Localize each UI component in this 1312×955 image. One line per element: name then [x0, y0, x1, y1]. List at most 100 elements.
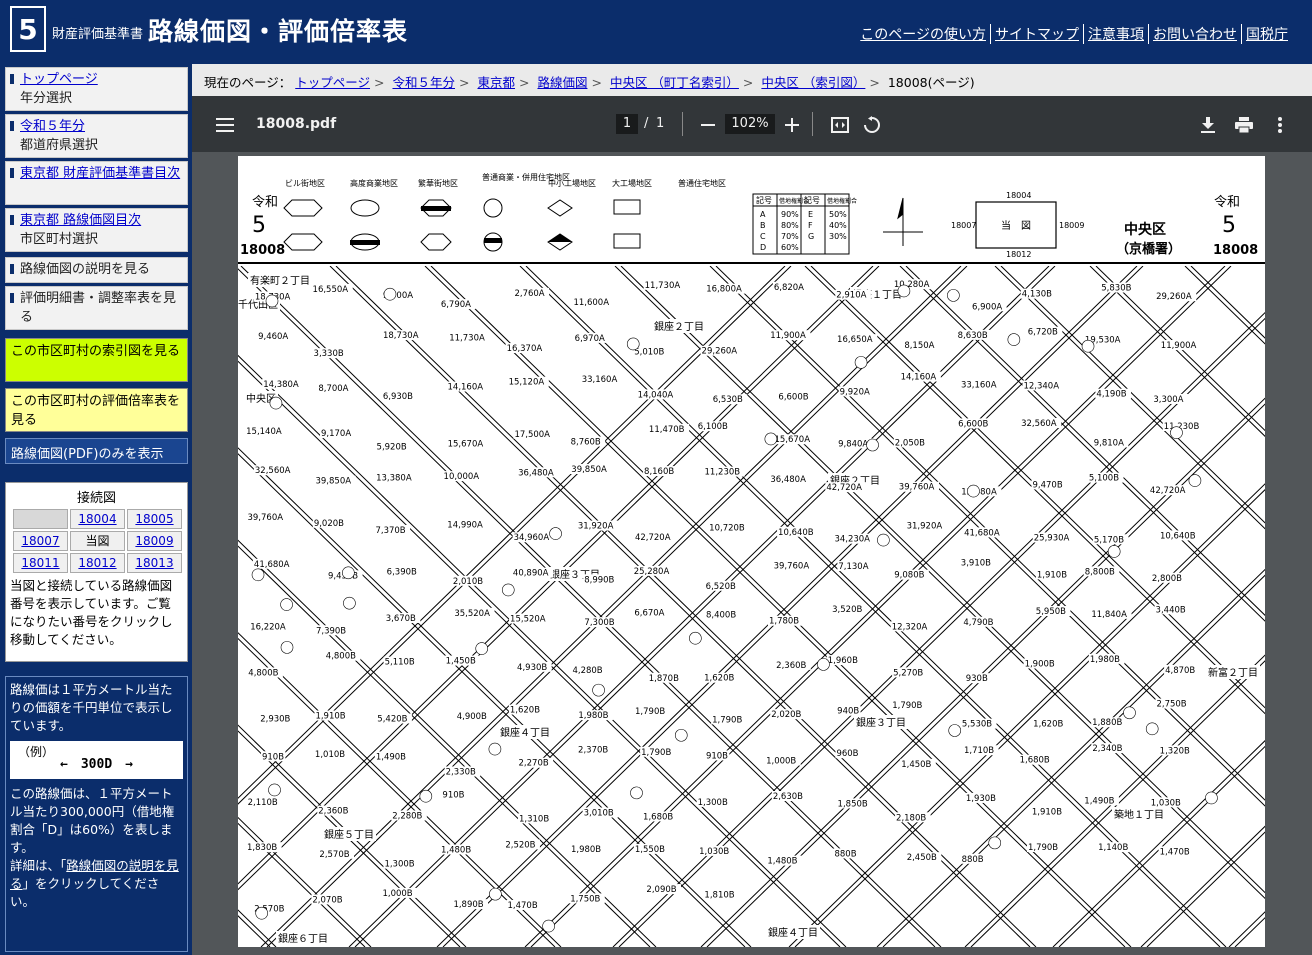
connection-note: 当図と接続している路線価図番号を表示しています。ご覧になりたい番号をクリックし移… [10, 578, 173, 647]
price-label: 4,190B [1096, 390, 1126, 400]
download-icon[interactable] [1197, 114, 1219, 136]
rate-1-0: B [760, 221, 766, 230]
sidebar-item-top[interactable]: トップページ 年分選択 [5, 67, 188, 111]
header-link-notes[interactable]: 注意事項 [1083, 24, 1148, 44]
zoom-in-icon[interactable] [781, 114, 803, 136]
header-link-sitemap[interactable]: サイトマップ [990, 24, 1083, 44]
connection-link-18013[interactable]: 18013 [135, 556, 173, 570]
breadcrumb-current: 18008(ページ) [887, 75, 975, 90]
sidebar-link-top[interactable]: トップページ [20, 70, 183, 89]
price-label: 41,680A [964, 528, 1000, 538]
breadcrumb-year[interactable]: 令和５年分 [392, 75, 455, 90]
sidebar-item-explanation[interactable]: 路線価図の説明を見る [5, 257, 188, 283]
zoom-input[interactable]: 102% [725, 114, 775, 134]
num-right: 5 [1222, 213, 1236, 238]
price-label: 15,140A [246, 427, 282, 437]
sidebar-sub-tokyo-map-index: 市区町村選択 [20, 232, 99, 247]
connection-cell-18005[interactable]: 18005 [127, 509, 182, 529]
sidebar-item-forms[interactable]: 評価明細書・調整率表を見る [5, 286, 188, 330]
place-label: 有楽町２丁目 [250, 274, 310, 287]
rate-2-0: C [760, 232, 766, 241]
breadcrumb: 現在のページ： トップページ > 令和５年分 > 東京都 > 路線価図 > 中央区 （町… [192, 64, 1312, 96]
connection-link-18011[interactable]: 18011 [21, 556, 59, 570]
price-label: 2,340B [1092, 744, 1122, 754]
connection-link-18005[interactable]: 18005 [135, 512, 173, 526]
rate-table: 記号 借地権割合 記号 借地権割合 A 90% E 50% B 80% F 40% C 70%… [752, 193, 857, 255]
fit-page-icon[interactable] [829, 114, 851, 136]
header-link-nta[interactable]: 国税庁 [1241, 24, 1292, 44]
price-label: 35,520A [454, 609, 490, 619]
pdf-viewer: 18008.pdf 1 / 1 102% 令和 5 18008 ビル街地区 高度… [192, 96, 1312, 955]
price-label: 1,900B [1025, 659, 1055, 669]
connection-cell-18012[interactable]: 18012 [70, 553, 125, 573]
connection-link-18007[interactable]: 18007 [21, 534, 59, 548]
page-number-input[interactable]: 1 [616, 114, 638, 134]
sidebar-item-tokyo-standards[interactable]: 東京都 財産評価基準書目次 [5, 161, 188, 205]
price-label: 8,700A [318, 384, 348, 394]
price-label: 1,910B [1032, 807, 1062, 817]
price-label: 10,720B [709, 523, 745, 533]
rotate-icon[interactable] [861, 114, 883, 136]
price-label: 14,380A [263, 380, 299, 390]
breadcrumb-top[interactable]: トップページ [295, 75, 370, 90]
price-label: 36,480A [518, 468, 554, 478]
connection-link-18004[interactable]: 18004 [78, 512, 116, 526]
price-label: 2,910A [836, 291, 866, 301]
breadcrumb-chuo-index-map[interactable]: 中央区 （索引図） [761, 75, 865, 90]
sidebar-link-year[interactable]: 令和５年分 [20, 117, 183, 136]
breadcrumb-tokyo[interactable]: 東京都 [477, 75, 515, 90]
connection-cell-18013[interactable]: 18013 [127, 553, 182, 573]
price-label: 2,760A [514, 289, 544, 299]
price-label: 1,140B [1098, 843, 1128, 853]
sidebar-label-explanation: 路線価図の説明を見る [20, 262, 151, 277]
connection-cell-18011[interactable]: 18011 [13, 553, 68, 573]
breadcrumb-separator: > [374, 75, 385, 90]
price-label: 6,790A [441, 300, 471, 310]
more-options-icon[interactable] [1269, 114, 1291, 136]
breadcrumb-separator: > [742, 75, 754, 90]
breadcrumb-route-map[interactable]: 路線価図 [537, 75, 587, 90]
district-5: 大工場地区 [612, 178, 652, 188]
header-link-usage[interactable]: このページの使い方 [856, 24, 990, 44]
print-icon[interactable] [1233, 114, 1255, 136]
price-label: 4,800B [326, 652, 356, 662]
connection-cell-18007[interactable]: 18007 [13, 531, 68, 551]
pdf-only-button[interactable]: 路線価図(PDF)のみを表示 [5, 438, 188, 464]
block-marker [1205, 791, 1218, 805]
price-label: 5,920B [377, 442, 407, 452]
index-map-button[interactable]: この市区町村の索引図を見る [5, 338, 188, 382]
price-label: 9,020B [314, 519, 344, 529]
connection-link-18009[interactable]: 18009 [135, 534, 173, 548]
breadcrumb-chuo-town-index[interactable]: 中央区 （町丁名索引） [610, 75, 739, 90]
block-marker [342, 566, 355, 580]
price-label: 16,650A [837, 335, 873, 345]
sidebar-link-tokyo-standards[interactable]: 東京都 財産評価基準書目次 [20, 164, 183, 183]
price-label: 8,630B [958, 331, 988, 341]
price-label: 18,730A [383, 331, 419, 341]
connection-cell-18009[interactable]: 18009 [127, 531, 182, 551]
rate-table-button[interactable]: この市区町村の評価倍率表を見る [5, 388, 188, 432]
price-label: 2,360B [318, 807, 348, 817]
rate-0-1: 90% [781, 210, 799, 219]
price-label: 39,850A [315, 477, 351, 487]
price-label: 1,830B [247, 843, 277, 853]
sidebar-label-forms: 評価明細書・調整率表を見る [20, 291, 177, 325]
header-link-contact[interactable]: お問い合わせ [1148, 24, 1241, 44]
place-label: 銀座３丁目 [856, 716, 906, 729]
price-label: 5,950B [1036, 607, 1066, 617]
logo[interactable]: 5 [10, 6, 46, 52]
menu-icon[interactable] [214, 114, 236, 136]
sidebar-item-year[interactable]: 令和５年分 都道府県選択 [5, 114, 188, 158]
connection-cell-18004[interactable]: 18004 [70, 509, 125, 529]
zoom-out-icon[interactable] [697, 114, 719, 136]
price-label: 1,750B [570, 894, 600, 904]
district-1: 高度商業地区 [350, 178, 398, 188]
rate-2-2: G [808, 232, 814, 241]
price-label: 5,530B [962, 720, 992, 730]
sidebar-link-tokyo-map-index[interactable]: 東京都 路線価図目次 [20, 211, 183, 230]
connection-link-18012[interactable]: 18012 [78, 556, 116, 570]
rate-header-2: 記号 [804, 195, 820, 205]
price-label: 25,280A [634, 567, 670, 577]
price-label: 6,930B [383, 392, 413, 402]
sidebar-item-tokyo-map-index[interactable]: 東京都 路線価図目次 市区町村選択 [5, 208, 188, 252]
